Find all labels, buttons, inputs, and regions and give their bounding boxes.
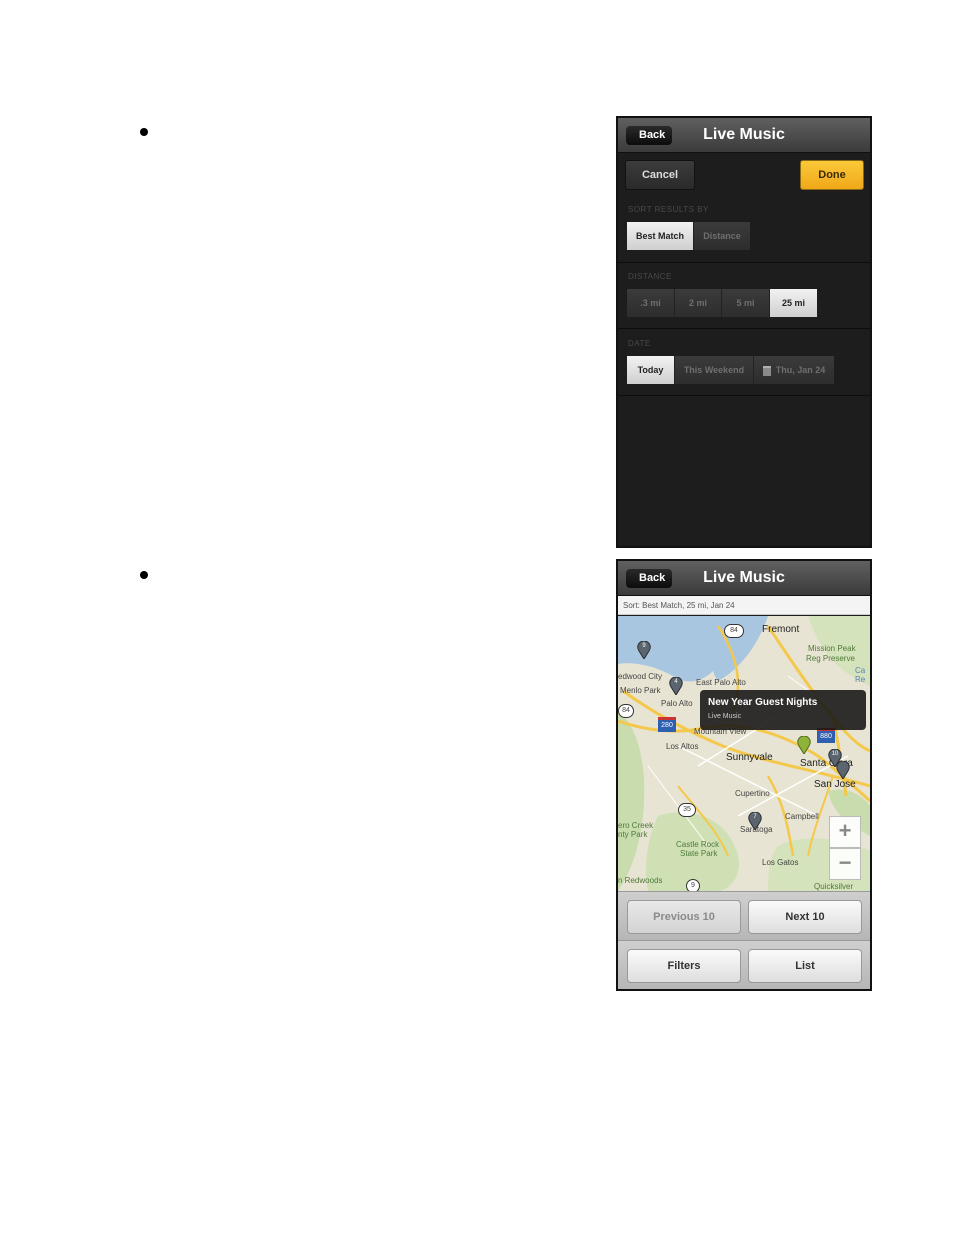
filters-button[interactable]: Filters	[627, 949, 741, 983]
sort-summary: Sort: Best Match, 25 mi, Jan 24	[618, 596, 870, 615]
pin-marker-icon	[836, 761, 850, 779]
distance-option-5mi[interactable]: 5 mi	[722, 289, 770, 317]
date-option-today[interactable]: Today	[627, 356, 675, 384]
map-label-redwood-city: edwood City	[618, 672, 663, 681]
highway-shield-880: 880	[817, 728, 835, 743]
date-option-this-weekend[interactable]: This Weekend	[675, 356, 754, 384]
highway-shield-9: 9	[686, 879, 700, 891]
highway-shield-84b: 84	[618, 704, 634, 718]
filters-screen: Back Live Music Cancel Done SORT RESULTS…	[616, 116, 872, 548]
map-label-reg-preserve: Reg Preserve	[806, 654, 855, 663]
pin-number: 10	[831, 751, 839, 757]
highway-shield-84: 84	[724, 624, 744, 638]
distance-option-0-3mi[interactable]: .3 mi	[627, 289, 675, 317]
date-option-label: Thu, Jan 24	[775, 365, 826, 375]
done-button[interactable]: Done	[800, 160, 864, 190]
map-label-menlo-park: Menlo Park	[620, 686, 661, 695]
map-label-pero-creek: ero Creek	[618, 821, 654, 830]
distance-option-2mi[interactable]: 2 mi	[675, 289, 722, 317]
section-divider	[618, 262, 870, 263]
zoom-out-button[interactable]: −	[829, 848, 861, 880]
distance-section-label: DISTANCE	[628, 272, 672, 281]
page-title: Live Music	[703, 569, 785, 586]
bullet-point	[140, 571, 148, 579]
cancel-button[interactable]: Cancel	[625, 160, 695, 190]
map-label-campbell: Campbell	[785, 812, 819, 821]
map-label-east-palo-alto: East Palo Alto	[696, 678, 746, 687]
map-label-state-park: State Park	[680, 849, 718, 858]
sort-option-best-match[interactable]: Best Match	[627, 222, 694, 250]
map-pin-selected[interactable]	[797, 736, 811, 754]
map-label-san-jose: San Jose	[814, 779, 856, 790]
map-label-sunnyvale: Sunnyvale	[726, 752, 773, 763]
distance-option-25mi[interactable]: 25 mi	[770, 289, 817, 317]
nav-bar: Back Live Music	[618, 118, 870, 153]
map-callout[interactable]: New Year Guest Nights Live Music	[700, 690, 866, 730]
map-view[interactable]: Fremont Mission Peak Reg Preserve Ca Re …	[618, 616, 870, 891]
bullet-point	[140, 128, 148, 136]
distance-segmented-control: .3 mi 2 mi 5 mi 25 mi	[627, 289, 817, 317]
list-button[interactable]: List	[748, 949, 862, 983]
map-label-re: Re	[855, 675, 866, 684]
pin-marker-selected-icon	[797, 736, 811, 754]
map-label-redwoods: n Redwoods	[618, 876, 663, 885]
map-label-county-park: nty Park	[618, 830, 648, 839]
sort-section-label: SORT RESULTS BY	[628, 205, 709, 214]
map-label-mission-peak: Mission Peak	[808, 644, 856, 653]
callout-subtitle: Live Music	[708, 713, 742, 720]
calendar-icon	[762, 365, 771, 376]
section-divider	[618, 395, 870, 396]
map-label-palo-alto: Palo Alto	[661, 699, 693, 708]
zoom-in-button[interactable]: +	[829, 816, 861, 848]
map-pin[interactable]	[836, 761, 850, 779]
date-option-pick-date[interactable]: Thu, Jan 24	[754, 356, 834, 384]
map-pin[interactable]: 9	[637, 641, 651, 659]
callout-title: New Year Guest Nights	[708, 697, 818, 708]
pin-number: 9	[642, 643, 646, 649]
map-label-los-altos: Los Altos	[666, 742, 699, 751]
map-label-fremont: Fremont	[762, 624, 800, 635]
nav-bar: Back Live Music	[618, 561, 870, 596]
map-pin[interactable]: 7	[748, 812, 762, 830]
pagination-bar: Previous 10 Next 10	[618, 891, 870, 940]
next-10-button[interactable]: Next 10	[748, 900, 862, 934]
date-section-label: DATE	[628, 339, 651, 348]
map-label-los-gatos: Los Gatos	[762, 858, 799, 867]
page-title: Live Music	[703, 126, 785, 143]
map-label-quicksilver: Quicksilver	[814, 882, 854, 891]
map-label-castle-rock: Castle Rock	[676, 840, 720, 849]
map-pin[interactable]: 4	[669, 677, 683, 695]
highway-shield-35: 35	[678, 803, 696, 817]
pin-number: 4	[674, 679, 678, 685]
map-label-ca: Ca	[855, 666, 866, 675]
date-segmented-control: Today This Weekend Thu, Jan 24	[627, 356, 834, 384]
highway-shield-280: 280	[658, 717, 676, 732]
map-label-cupertino: Cupertino	[735, 789, 770, 798]
toolbar: Filters List	[618, 940, 870, 989]
sort-segmented-control: Best Match Distance	[627, 222, 750, 250]
map-screen: Back Live Music Sort: Best Match, 25 mi,…	[616, 559, 872, 991]
pin-number: 7	[753, 814, 757, 820]
section-divider	[618, 328, 870, 329]
previous-10-button[interactable]: Previous 10	[627, 900, 741, 934]
sort-option-distance[interactable]: Distance	[694, 222, 750, 250]
